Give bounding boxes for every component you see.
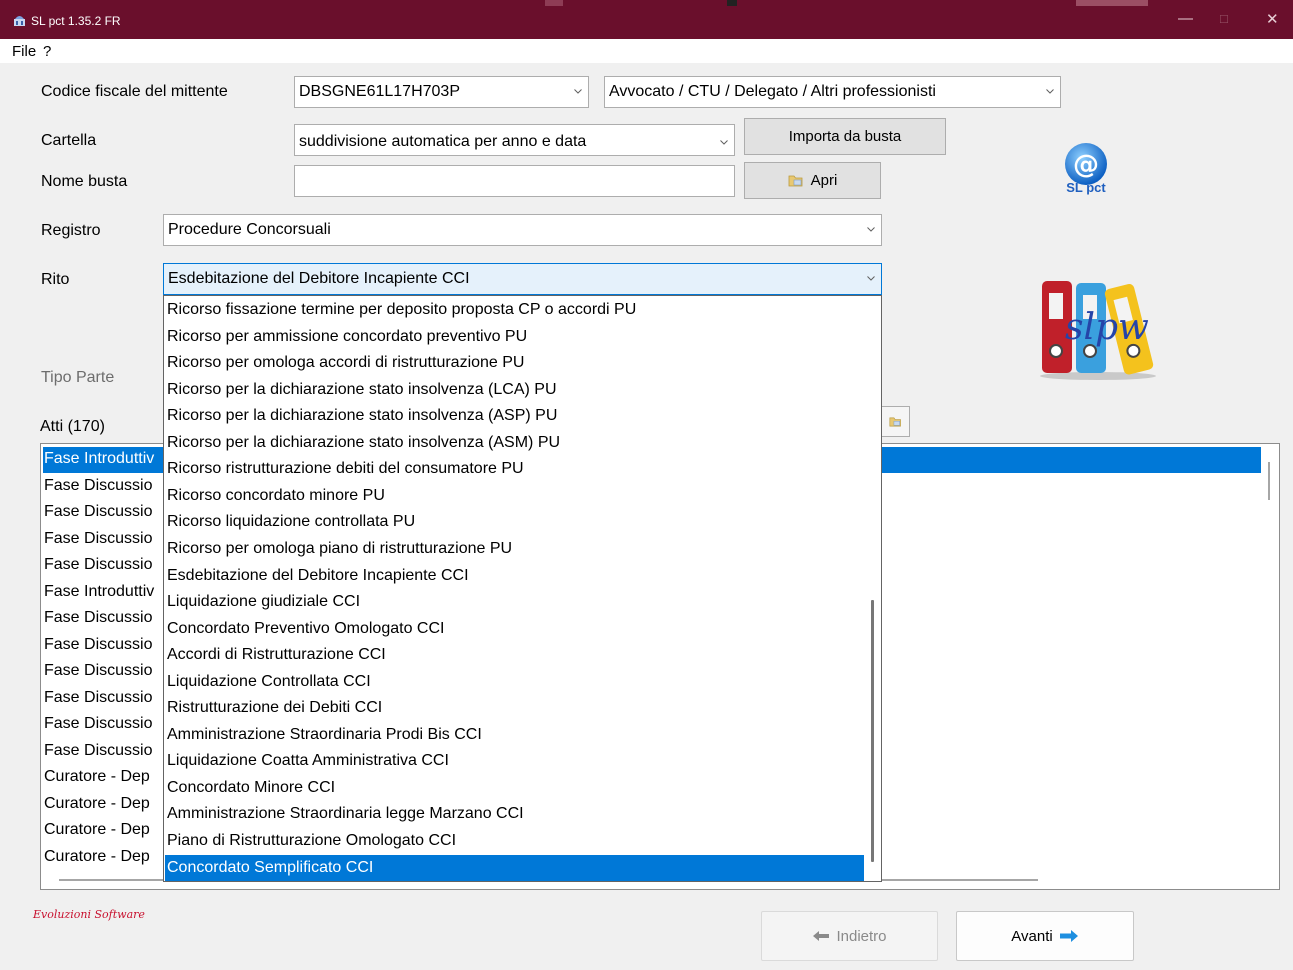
list-item[interactable]: Fase Discussio: [43, 686, 152, 712]
rito-option[interactable]: Liquidazione giudiziale CCI: [165, 589, 864, 615]
rito-option[interactable]: Ricorso per la dichiarazione stato insol…: [165, 403, 864, 429]
rito-option[interactable]: Esdebitazione del Debitore Incapiente CC…: [165, 563, 864, 589]
tipo-parte-label: Tipo Parte: [41, 369, 115, 386]
list-item[interactable]: Fase Discussio: [43, 712, 152, 738]
apri-label: Apri: [810, 172, 838, 189]
open-folder-icon: [788, 175, 803, 186]
rito-option[interactable]: Ricorso per omologa piano di ristruttura…: [165, 536, 864, 562]
nome-busta-label: Nome busta: [41, 173, 128, 190]
rito-option[interactable]: Piano di Ristrutturazione Omologato CCI: [165, 828, 864, 854]
atti-scrollbar-thumb[interactable]: [1268, 462, 1270, 500]
next-button[interactable]: Avanti: [956, 911, 1134, 961]
next-label: Avanti: [1011, 927, 1053, 945]
arrow-left-icon: [813, 931, 830, 941]
list-item[interactable]: Curatore - Dep: [43, 845, 150, 871]
maximize-icon[interactable]: □: [1220, 11, 1228, 26]
taskbar-sliver: [727, 0, 737, 6]
dropdown-scrollbar-thumb[interactable]: [871, 600, 874, 862]
atti-browse-button[interactable]: [881, 406, 910, 437]
chevron-down-icon: [720, 140, 728, 145]
slpw-logo: slpw: [1038, 277, 1158, 382]
slpct-logo-text: SL pct: [1066, 180, 1106, 195]
app-window: SL pct 1.35.2 FR — □ ✕ File ? Codice fis…: [0, 0, 1293, 970]
mittente-label: Codice fiscale del mittente: [41, 83, 228, 100]
back-label: Indietro: [836, 927, 887, 945]
importa-label: Importa da busta: [788, 128, 902, 145]
cartella-label: Cartella: [41, 132, 97, 149]
list-item[interactable]: Fase Discussio: [43, 553, 152, 579]
close-icon[interactable]: ✕: [1266, 10, 1279, 28]
menu-help[interactable]: ?: [43, 43, 51, 60]
registro-combo[interactable]: Procedure Concorsuali: [163, 214, 882, 246]
rito-option[interactable]: Liquidazione Coatta Amministrativa CCI: [165, 748, 864, 774]
rito-option[interactable]: Liquidazione Controllata CCI: [165, 669, 864, 695]
rito-option[interactable]: Amministrazione Straordinaria legge Marz…: [165, 801, 864, 827]
mittente-value: DBSGNE61L17H703P: [299, 83, 460, 100]
rito-option[interactable]: Ricorso per la dichiarazione stato insol…: [165, 430, 864, 456]
rito-option[interactable]: Ricorso concordato minore PU: [165, 483, 864, 509]
list-item[interactable]: Fase Discussio: [43, 739, 152, 765]
minimize-icon[interactable]: —: [1178, 10, 1193, 27]
rito-dropdown-list[interactable]: Ricorso fissazione termine per deposito …: [163, 295, 882, 882]
mittente-combo[interactable]: DBSGNE61L17H703P: [294, 76, 589, 108]
list-item[interactable]: Curatore - Dep: [43, 792, 150, 818]
list-item[interactable]: Fase Discussio: [43, 527, 152, 553]
list-item[interactable]: Curatore - Dep: [43, 818, 150, 844]
rito-option[interactable]: Ricorso fissazione termine per deposito …: [165, 297, 864, 323]
ruolo-value: Avvocato / CTU / Delegato / Altri profes…: [609, 83, 936, 100]
list-item[interactable]: Fase Discussio: [43, 474, 152, 500]
open-folder-icon: [888, 417, 901, 426]
rito-option[interactable]: Accordi di Ristrutturazione CCI: [165, 642, 864, 668]
chevron-down-icon: [574, 89, 582, 94]
rito-option[interactable]: Concordato Preventivo Omologato CCI: [165, 616, 864, 642]
registro-value: Procedure Concorsuali: [168, 221, 331, 238]
rito-option[interactable]: Ricorso ristrutturazione debiti del cons…: [165, 456, 864, 482]
list-item[interactable]: Fase Discussio: [43, 606, 152, 632]
rito-value: Esdebitazione del Debitore Incapiente CC…: [168, 270, 470, 287]
arrow-right-icon: [1059, 930, 1078, 942]
rito-option[interactable]: Ricorso per ammissione concordato preven…: [165, 324, 864, 350]
atti-label: Atti (170): [40, 418, 105, 435]
list-item[interactable]: Fase Discussio: [43, 633, 152, 659]
rito-option[interactable]: Concordato Semplificato CCI: [165, 854, 864, 881]
importa-da-busta-button[interactable]: Importa da busta: [744, 118, 946, 155]
chevron-down-icon: [867, 276, 875, 281]
rito-label: Rito: [41, 271, 70, 288]
svg-text:@: @: [1073, 150, 1099, 180]
rito-option[interactable]: Ricorso liquidazione controllata PU: [165, 509, 864, 535]
menu-bar: File ?: [0, 39, 1293, 63]
rito-option[interactable]: Concordato Minore CCI: [165, 775, 864, 801]
cartella-combo[interactable]: suddivisione automatica per anno e data: [294, 124, 735, 156]
nome-busta-input[interactable]: [294, 165, 735, 197]
list-item[interactable]: Fase Discussio: [43, 659, 152, 685]
rito-option[interactable]: Ristrutturazione dei Debiti CCI: [165, 695, 864, 721]
registro-label: Registro: [41, 222, 101, 239]
chevron-down-icon: [1046, 89, 1054, 94]
app-icon: [14, 16, 25, 26]
slpw-logo-text: slpw: [1065, 307, 1149, 348]
brand-logo: Evoluzioni Software: [33, 908, 145, 921]
list-item[interactable]: Fase Discussio: [43, 500, 152, 526]
rito-option[interactable]: Amministrazione Straordinaria Prodi Bis …: [165, 722, 864, 748]
list-item[interactable]: Curatore - Dep: [43, 765, 150, 791]
apri-button[interactable]: Apri: [744, 162, 881, 199]
taskbar-sliver: [1076, 0, 1148, 6]
rito-option[interactable]: Ricorso per la dichiarazione stato insol…: [165, 377, 864, 403]
ruolo-combo[interactable]: Avvocato / CTU / Delegato / Altri profes…: [604, 76, 1061, 108]
menu-file[interactable]: File: [12, 43, 36, 60]
list-item[interactable]: Fase Introduttiv: [43, 580, 154, 606]
taskbar-sliver: [545, 0, 563, 6]
window-title: SL pct 1.35.2 FR: [31, 14, 121, 28]
back-button[interactable]: Indietro: [761, 911, 938, 961]
cartella-value: suddivisione automatica per anno e data: [299, 133, 587, 150]
rito-option[interactable]: Ricorso per omologa accordi di ristruttu…: [165, 350, 864, 376]
rito-combo[interactable]: Esdebitazione del Debitore Incapiente CC…: [163, 263, 882, 295]
chevron-down-icon: [867, 227, 875, 232]
slpct-logo: @ SL pct: [1057, 142, 1115, 198]
